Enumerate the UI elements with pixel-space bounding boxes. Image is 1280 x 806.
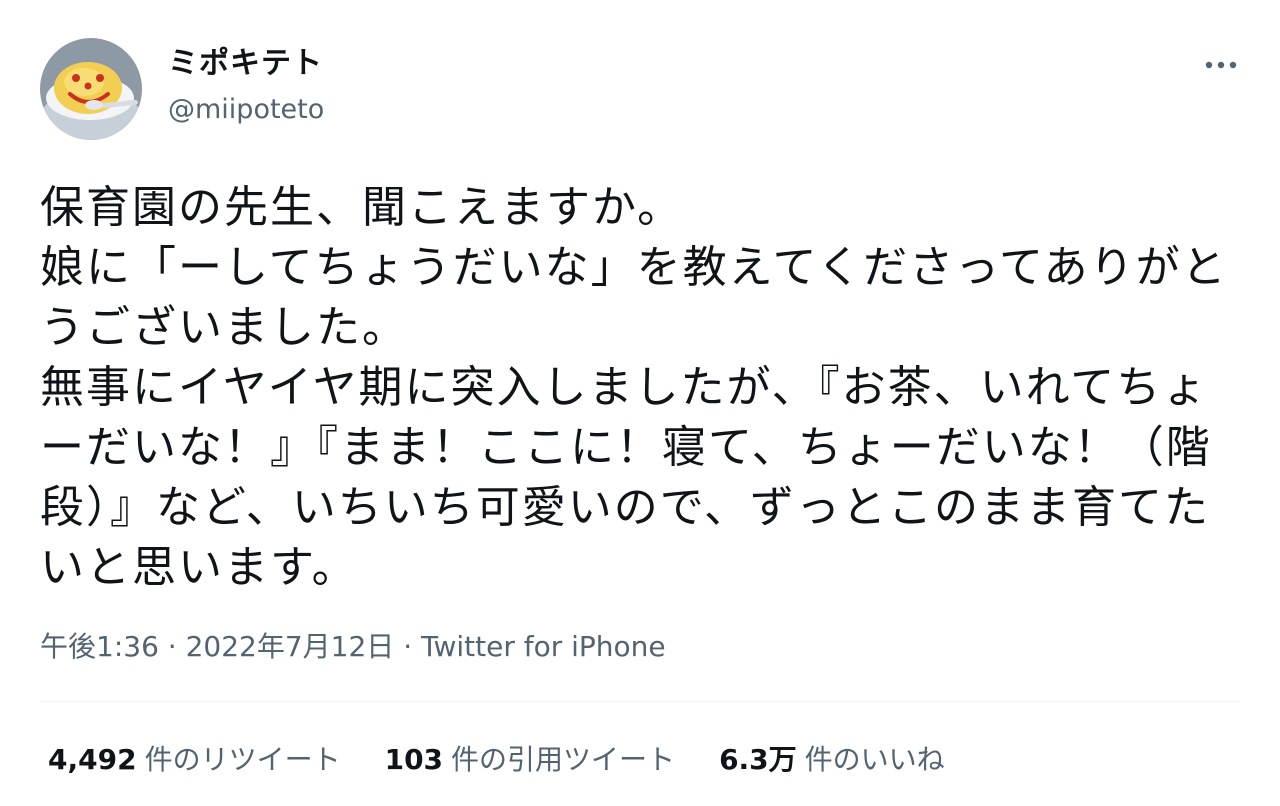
tweet-meta: 午後1:36 · 2022年7月12日 · Twitter for iPhone (40, 627, 666, 667)
quotes-count: 103 (384, 743, 444, 776)
tweet-stats: 4,492 件のリツイート 103 件の引用ツイート 6.3万 件のいいね (48, 738, 989, 782)
tweet-source[interactable]: Twitter for iPhone (421, 630, 666, 663)
tweet-detail: ミポキテト @miipoteto 保育園の先生、聞こえますか。 娘に「ーしてちょ… (0, 0, 1280, 806)
quotes-label: 件の引用ツイート (451, 743, 676, 776)
omelette-smiley-avatar-image (40, 38, 142, 140)
retweets-count: 4,492 (48, 743, 137, 776)
display-name[interactable]: ミポキテト (168, 44, 323, 84)
more-options-button[interactable] (1196, 48, 1246, 82)
avatar[interactable] (40, 38, 142, 140)
likes-stat[interactable]: 6.3万 件のいいね (719, 738, 945, 782)
more-horizontal-icon (1205, 61, 1237, 69)
meta-separator: · (394, 630, 421, 663)
likes-label: 件のいいね (804, 743, 945, 776)
user-handle[interactable]: @miipoteto (168, 92, 324, 128)
retweets-label: 件のリツイート (144, 743, 341, 776)
tweet-text: 保育園の先生、聞こえますか。 娘に「ーしてちょうだいな」を教えてくださってありが… (40, 182, 1228, 593)
divider (40, 701, 1240, 702)
meta-separator: · (158, 630, 186, 663)
likes-count: 6.3万 (719, 743, 797, 776)
quotes-stat[interactable]: 103 件の引用ツイート (385, 738, 675, 782)
tweet-date[interactable]: 2022年7月12日 (186, 630, 395, 663)
retweets-stat[interactable]: 4,492 件のリツイート (48, 738, 341, 782)
tweet-time[interactable]: 午後1:36 (40, 630, 159, 663)
